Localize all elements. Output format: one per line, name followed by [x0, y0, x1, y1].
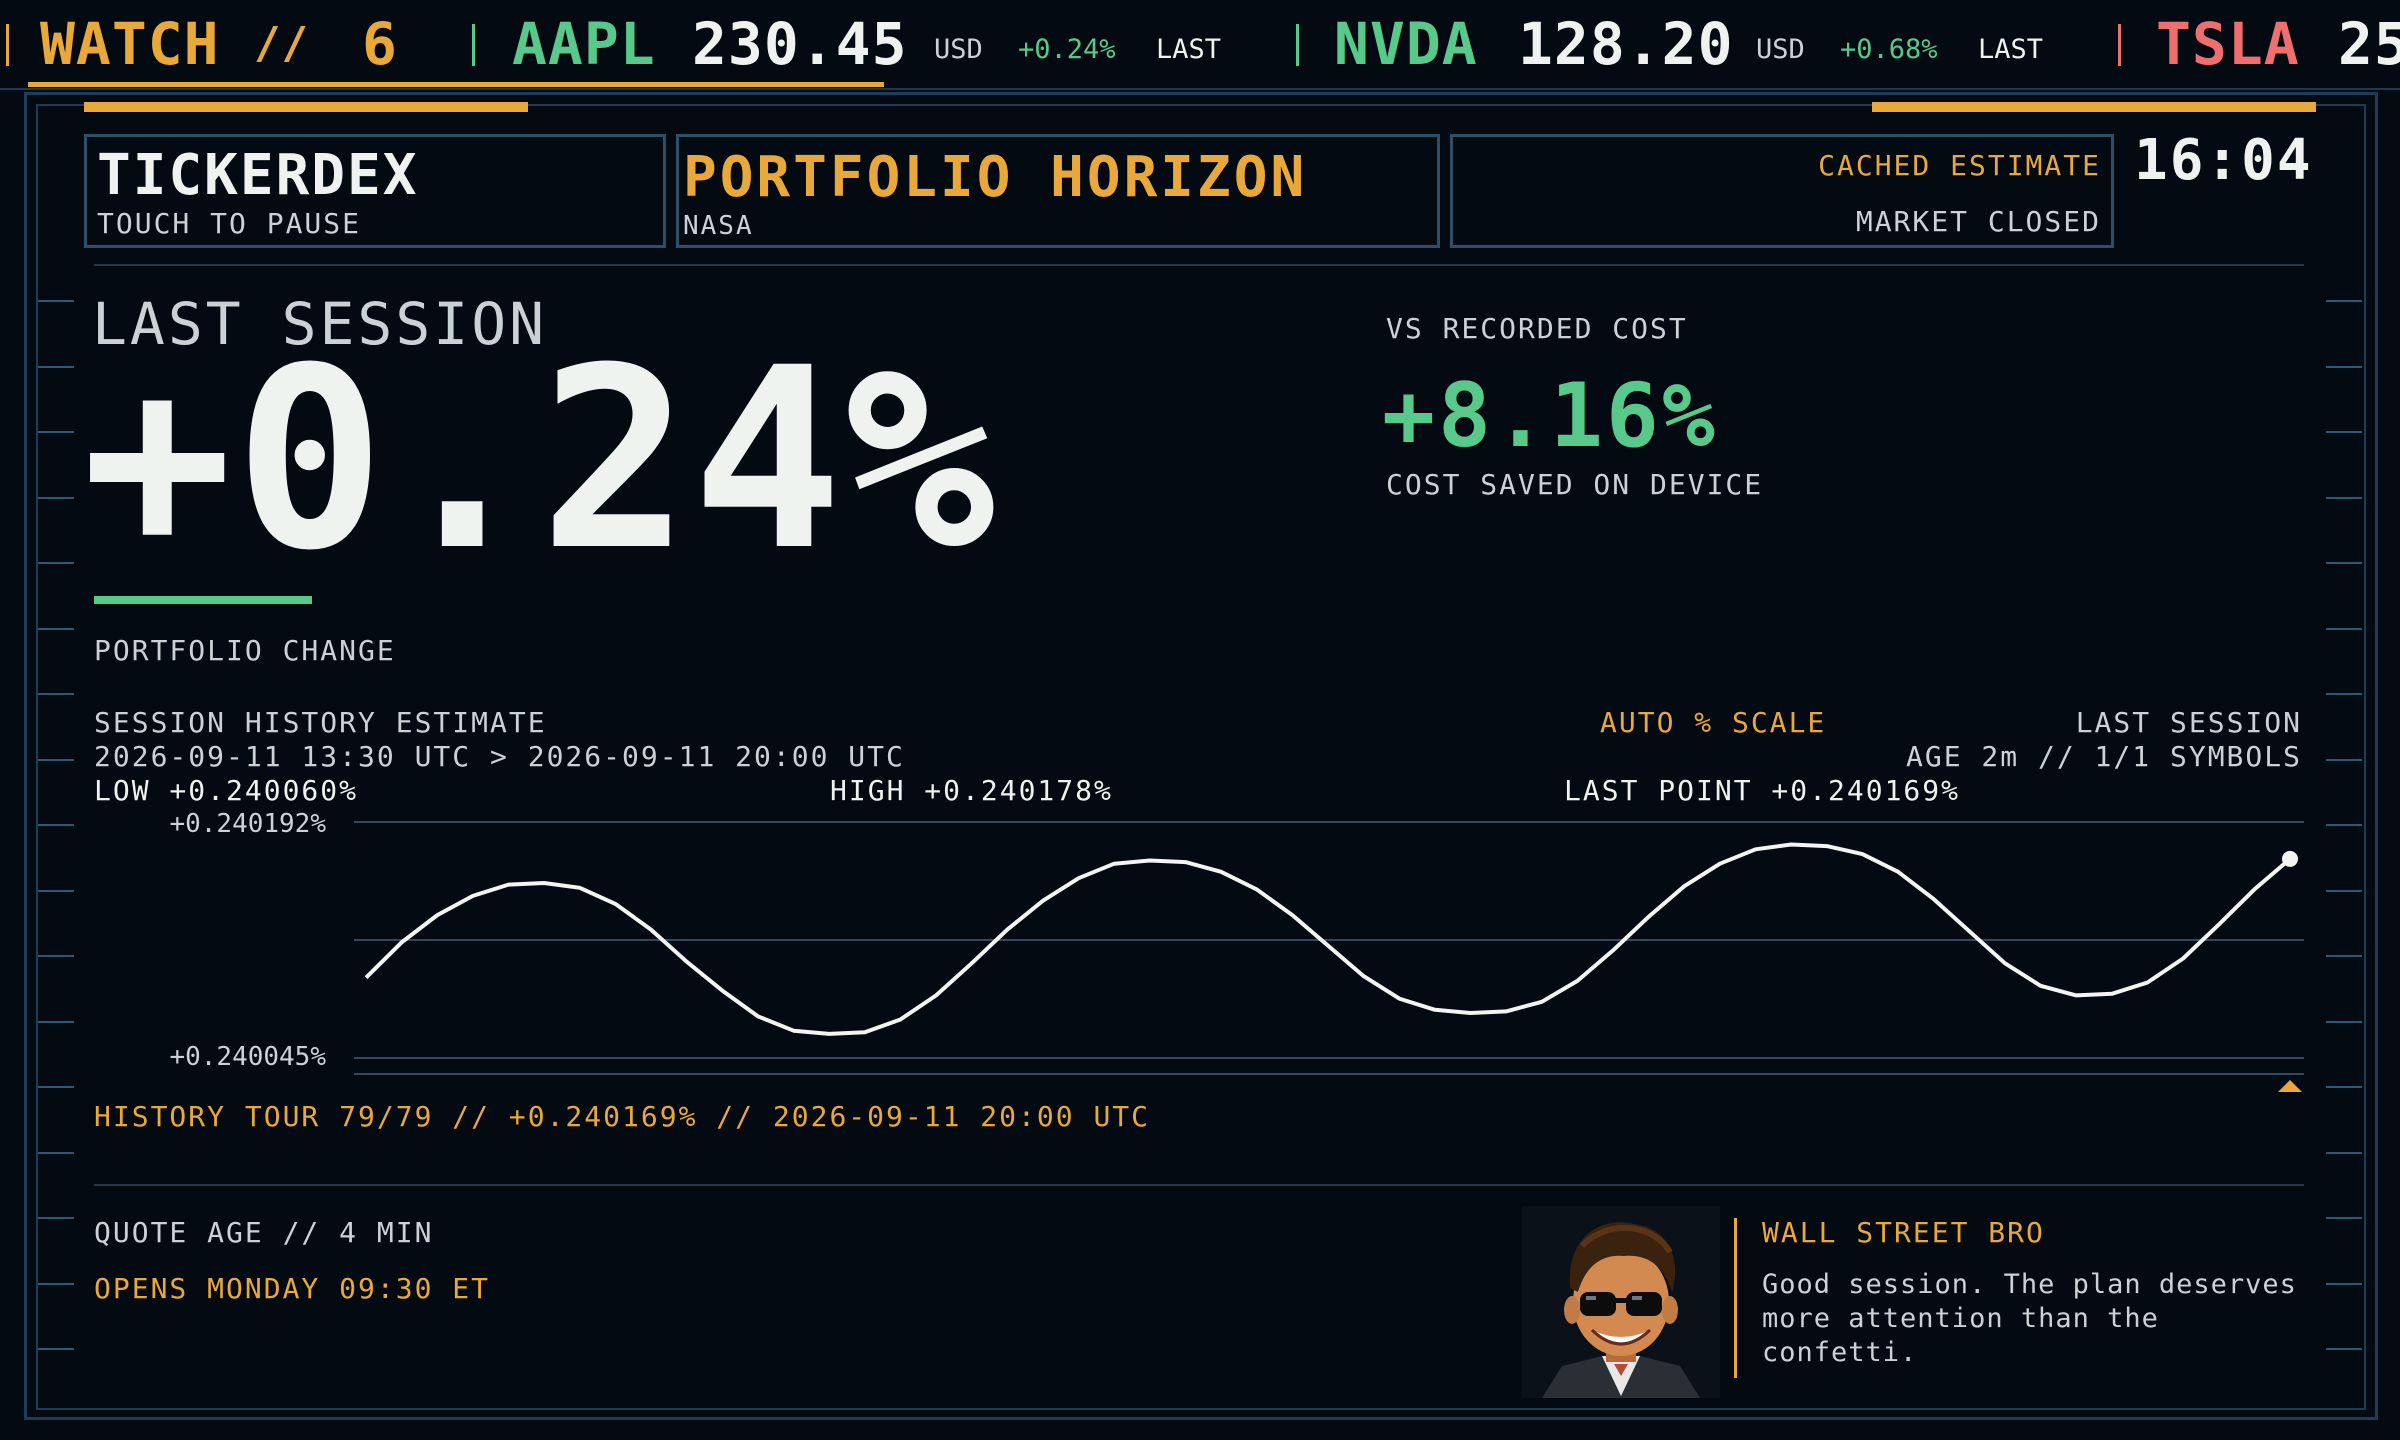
market-opens-note: OPENS MONDAY 09:30 ET — [94, 1272, 491, 1305]
last-point-marker — [2282, 850, 2298, 867]
history-age-info: AGE 2m // 1/1 SYMBOLS — [1905, 740, 2302, 773]
frame-tick-right — [2326, 1348, 2362, 1350]
cost-saved-note: COST SAVED ON DEVICE — [1386, 468, 1764, 501]
ticker-state-nvda: LAST — [1978, 34, 2044, 65]
advisor-divider — [1734, 1218, 1737, 1378]
ticker-change-aapl: +0.24% — [1018, 34, 1116, 65]
y-tick-label-bottom: +0.240045% — [169, 1042, 326, 1072]
frame-tick-left — [38, 1348, 74, 1350]
watch-separator: // — [254, 18, 309, 69]
frame-tick-left — [38, 1217, 74, 1219]
frame-tick-right — [2326, 889, 2362, 892]
app-name: TICKERDEX — [97, 143, 419, 208]
frame-tick-right — [2326, 1151, 2362, 1154]
frame-tick-left — [38, 562, 74, 564]
ticker-change-nvda: +0.68% — [1840, 34, 1938, 65]
change-indicator-bar — [94, 596, 312, 604]
session-change-value: +0.24% — [82, 314, 998, 605]
frame-tick-left — [38, 889, 74, 892]
cached-estimate-label: CACHED ESTIMATE — [1818, 149, 2101, 182]
market-closed-label: MARKET CLOSED — [1855, 205, 2101, 238]
ticker-symbol-aapl[interactable]: AAPL — [512, 0, 656, 88]
frame-accent-right — [1872, 102, 2316, 112]
market-status-box: CACHED ESTIMATE MARKET CLOSED — [1450, 134, 2114, 248]
frame-tick-right — [2326, 627, 2362, 630]
frame-tick-right — [2326, 1217, 2362, 1219]
cost-change-value: +8.16% — [1382, 364, 1718, 467]
frame-tick-left — [38, 1282, 74, 1285]
ticker-currency-aapl: USD — [934, 34, 983, 65]
ticker-separator — [6, 24, 9, 66]
portfolio-title: PORTFOLIO HORIZON — [683, 145, 1308, 210]
advisor-message-line: more attention than the — [1762, 1303, 2159, 1334]
session-history-chart[interactable]: +0.240192% +0.240045% — [94, 800, 2314, 1100]
ticker-separator — [2118, 24, 2121, 66]
quote-age: QUOTE AGE // 4 MIN — [94, 1216, 434, 1249]
auto-scale-toggle[interactable]: AUTO % SCALE — [1600, 706, 1826, 739]
advisor-name: WALL STREET BRO — [1762, 1216, 2045, 1249]
frame-tick-left — [38, 1020, 74, 1023]
portfolio-subtitle: NASA — [683, 211, 754, 241]
frame-tick-right — [2326, 758, 2362, 761]
vs-cost-label: VS RECORDED COST — [1386, 312, 1688, 345]
pause-hint: TOUCH TO PAUSE — [97, 207, 362, 240]
frame-tick-left — [38, 431, 74, 433]
advisor-avatar — [1522, 1206, 1720, 1398]
frame-accent-left — [84, 102, 528, 112]
ticker-price-aapl: 230.45 — [692, 10, 908, 78]
ticker-symbol-nvda[interactable]: NVDA — [1334, 0, 1478, 88]
ticker-underline — [28, 82, 884, 87]
frame-tick-left — [38, 627, 74, 630]
frame-tick-right — [2326, 300, 2362, 302]
frame-tick-right — [2326, 562, 2362, 564]
history-range: 2026-09-11 13:30 UTC > 2026-09-11 20:00 … — [94, 740, 905, 773]
watch-count: 6 — [362, 10, 398, 78]
frame-tick-right — [2326, 365, 2362, 368]
scrubber-marker — [2278, 1080, 2302, 1092]
header-divider — [94, 264, 2304, 266]
frame-tick-left — [38, 955, 74, 957]
app-name-box[interactable]: TICKERDEX TOUCH TO PAUSE — [84, 134, 666, 248]
frame-tick-right — [2326, 824, 2362, 826]
ticker-state-aapl: LAST — [1156, 34, 1222, 65]
frame-tick-right — [2326, 1086, 2362, 1088]
advisor-message-line: confetti. — [1762, 1337, 1918, 1368]
frame-tick-left — [38, 1086, 74, 1088]
frame-tick-left — [38, 758, 74, 761]
advisor-message-line: Good session. The plan deserves — [1762, 1269, 2297, 1300]
ticker-separator — [472, 24, 475, 66]
frame-tick-right — [2326, 693, 2362, 695]
history-session-label: LAST SESSION — [2075, 706, 2302, 739]
frame-tick-right — [2326, 496, 2362, 499]
frame-tick-left — [38, 365, 74, 368]
frame-tick-left — [38, 496, 74, 499]
history-title: SESSION HISTORY ESTIMATE — [94, 706, 547, 739]
footer-divider — [94, 1184, 2304, 1186]
ticker-price-nvda: 128.20 — [1518, 10, 1734, 78]
frame-tick-left — [38, 300, 74, 302]
portfolio-change-label: PORTFOLIO CHANGE — [94, 634, 396, 667]
frame-tick-right — [2326, 1282, 2362, 1285]
frame-tick-right — [2326, 1020, 2362, 1023]
frame-tick-right — [2326, 955, 2362, 957]
frame-tick-left — [38, 824, 74, 826]
ticker-currency-nvda: USD — [1756, 34, 1805, 65]
history-tour-readout[interactable]: HISTORY TOUR 79/79 // +0.240169% // 2026… — [94, 1100, 1150, 1133]
ticker-symbol-tsla[interactable]: TSLA — [2156, 0, 2300, 88]
clock: 16:04 — [2134, 128, 2313, 193]
frame-tick-right — [2326, 431, 2362, 433]
frame-tick-left — [38, 1151, 74, 1154]
advisor-message: Good session. The plan deserves more att… — [1762, 1268, 2297, 1370]
ticker-price-tsla: 25 — [2338, 10, 2400, 78]
frame-tick-left — [38, 693, 74, 695]
portfolio-title-box[interactable]: PORTFOLIO HORIZON NASA — [676, 134, 1440, 248]
y-tick-label-top: +0.240192% — [169, 809, 326, 839]
watch-label: WATCH — [40, 10, 220, 78]
ticker-separator — [1296, 24, 1299, 66]
ticker-bar[interactable]: WATCH // 6 AAPL 230.45 USD +0.24% LAST N… — [0, 0, 2400, 90]
